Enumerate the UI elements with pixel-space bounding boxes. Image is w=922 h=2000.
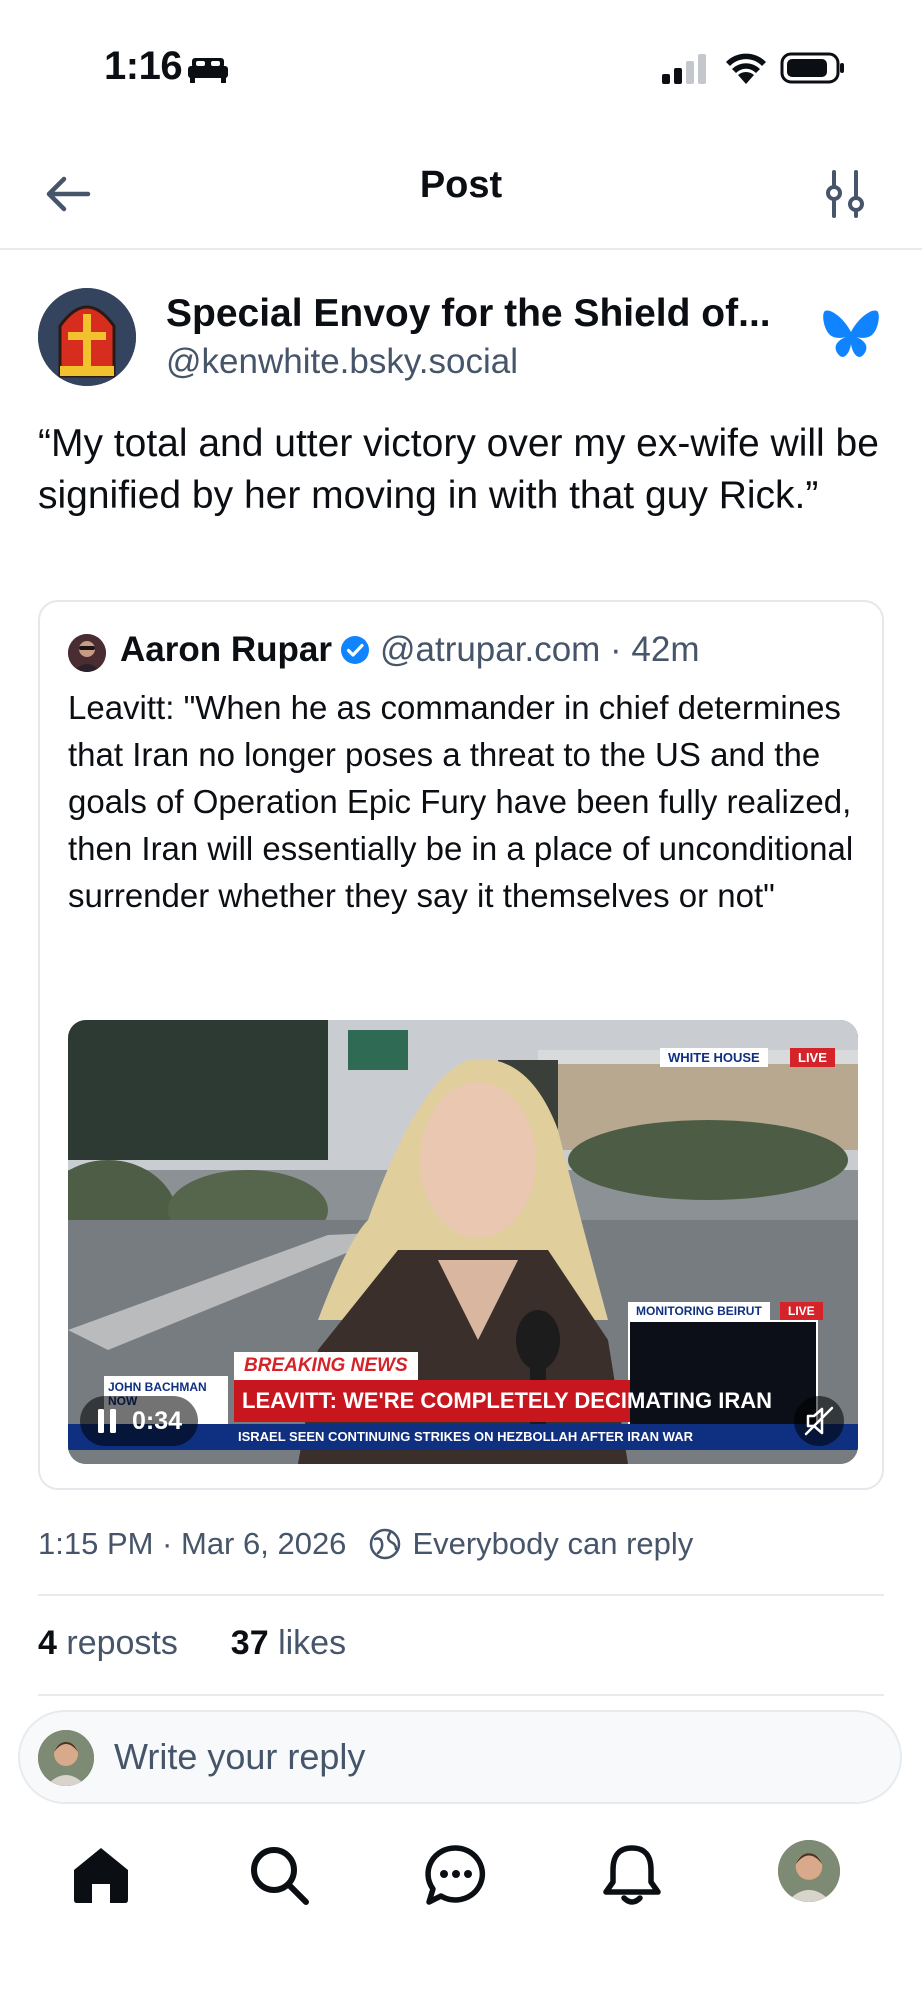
likes-count: 37: [230, 1624, 269, 1662]
quoted-post-card[interactable]: Aaron Rupar @atrupar.com · 42m Leavitt: …: [38, 600, 884, 1490]
author-handle[interactable]: @kenwhite.bsky.social: [166, 342, 518, 382]
live-label: LIVE: [790, 1048, 835, 1067]
video-play-control[interactable]: 0:34: [80, 1396, 199, 1446]
mute-button[interactable]: [794, 1396, 844, 1446]
author-display-name[interactable]: Special Envoy for the Shield of...: [166, 292, 771, 336]
person-avatar-icon: [38, 1730, 94, 1786]
person-avatar-icon: [778, 1840, 840, 1902]
battery-icon: [780, 52, 844, 84]
reposts-stat[interactable]: 4 reposts: [38, 1624, 178, 1662]
monitoring-beirut-label: MONITORING BEIRUT: [628, 1302, 770, 1320]
author-avatar[interactable]: [38, 288, 136, 386]
pause-icon[interactable]: [96, 1408, 118, 1434]
video-inset-feed: [628, 1320, 818, 1430]
post-body-text: “My total and utter victory over my ex-w…: [38, 422, 879, 517]
person-avatar-icon: [68, 634, 106, 672]
status-bar: 1:16: [0, 0, 922, 120]
reply-setting[interactable]: Everybody can reply: [412, 1526, 693, 1562]
bottom-tab-bar: [0, 1820, 922, 2000]
video-duration: 0:34: [132, 1406, 183, 1435]
bell-icon: [603, 1845, 661, 1905]
likes-stat[interactable]: 37 likes: [231, 1624, 346, 1662]
sleep-focus-icon: [188, 58, 228, 83]
reply-input[interactable]: Write your reply: [18, 1710, 902, 1804]
tab-chat[interactable]: [421, 1840, 491, 1910]
chat-icon: [425, 1845, 486, 1905]
mute-icon: [804, 1406, 834, 1436]
bluesky-butterfly-icon: [823, 310, 879, 357]
status-time: 1:16: [104, 44, 183, 88]
cellular-signal-icon: [662, 54, 706, 84]
quoted-author-avatar[interactable]: [68, 634, 106, 672]
tab-home[interactable]: [66, 1840, 136, 1910]
home-icon: [74, 1848, 128, 1903]
tab-profile-avatar[interactable]: [778, 1840, 840, 1902]
quoted-post-header: Aaron Rupar @atrupar.com · 42m: [120, 630, 700, 670]
filter-sliders-icon[interactable]: [820, 168, 872, 220]
quoted-handle-time: @atrupar.com · 42m: [379, 630, 700, 669]
tab-search[interactable]: [244, 1840, 314, 1910]
post-meta: 1:15 PM · Mar 6, 2026 Everybody can repl…: [38, 1526, 693, 1562]
news-ticker-text: ISRAEL SEEN CONTINUING STRIKES ON HEZBOL…: [238, 1429, 694, 1444]
video-headline: LEAVITT: WE'RE COMPLETELY DECIMATING IRA…: [234, 1380, 772, 1422]
mitre-avatar-icon: [38, 288, 136, 386]
divider: [38, 1694, 884, 1696]
verified-badge-icon: [340, 636, 369, 664]
page-title: Post: [419, 164, 503, 206]
white-house-label: WHITE HOUSE: [660, 1048, 768, 1067]
post-stats: 4 reposts 37 likes: [38, 1624, 346, 1663]
globe-icon: [370, 1528, 401, 1560]
reposts-count: 4: [38, 1624, 57, 1662]
likes-label: likes: [278, 1624, 347, 1662]
user-avatar: [38, 1730, 94, 1786]
header-bar: Post: [0, 140, 922, 250]
post-timestamp: 1:15 PM · Mar 6, 2026: [38, 1526, 347, 1561]
live-label-inset: LIVE: [780, 1302, 823, 1320]
wifi-icon: [726, 53, 766, 84]
tab-notifications[interactable]: [597, 1840, 667, 1910]
reposts-label: reposts: [66, 1624, 178, 1662]
quoted-author-name[interactable]: Aaron Rupar: [120, 630, 332, 670]
embedded-video[interactable]: WHITE HOUSE LIVE MONITORING BEIRUT LIVE …: [68, 1020, 858, 1464]
reply-placeholder: Write your reply: [114, 1736, 366, 1777]
search-icon: [251, 1847, 309, 1905]
divider: [38, 1594, 884, 1596]
breaking-news-banner: BREAKING NEWS: [234, 1352, 418, 1380]
quoted-post-text: Leavitt: "When he as commander in chief …: [68, 689, 854, 914]
